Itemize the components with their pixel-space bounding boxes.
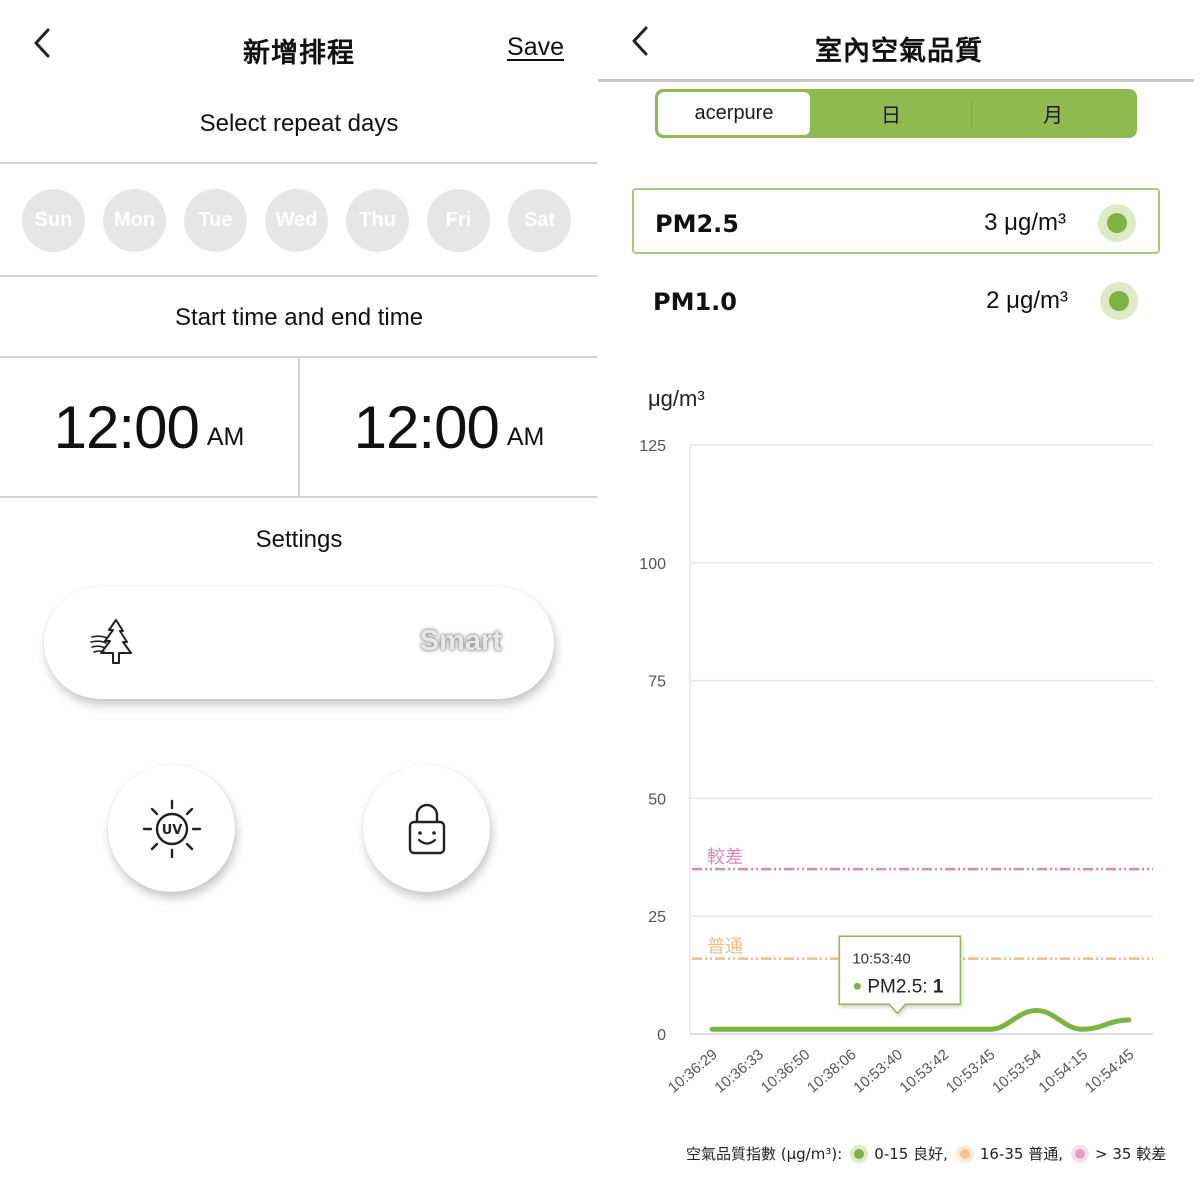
day-sat[interactable]: Sat <box>508 189 571 252</box>
tooltip-box <box>838 935 962 1015</box>
child-lock-icon <box>408 803 445 854</box>
metric-row-pm25[interactable]: PM2.5 3 μg/m³ <box>632 188 1160 254</box>
y-tick-label: 0 <box>657 1027 666 1044</box>
day-thu[interactable]: Thu <box>346 189 409 252</box>
end-time-picker[interactable]: 12:00 AM <box>300 358 598 496</box>
metric-row-pm10[interactable]: PM1.0 2 μg/m³ <box>632 268 1160 334</box>
fan-mode-label: Smart <box>419 625 502 657</box>
repeat-days-label: Select repeat days <box>199 110 399 137</box>
fan-mode-button[interactable]: Smart <box>44 587 554 699</box>
tab-month[interactable]: 月 <box>972 92 1134 135</box>
pm-line-chart: 0 25 50 75 100 125 較差普通 10:36:2910:36:3310:36:5… <box>639 438 1153 1097</box>
x-tick-label: 10:36:50 <box>758 1046 814 1097</box>
legend-dot-good-icon <box>850 1144 869 1163</box>
legend-dot-moderate-icon <box>955 1144 974 1163</box>
divider <box>0 162 597 164</box>
series-line-pm25 <box>709 1007 1132 1032</box>
tab-realtime[interactable]: acerpure <box>658 92 810 135</box>
uv-button[interactable]: UV <box>108 765 235 892</box>
metric-name: PM1.0 <box>653 288 737 316</box>
x-tick-label: 10:53:40 <box>850 1046 906 1097</box>
x-tick-label: 10:53:45 <box>943 1046 999 1097</box>
chart-legend: 空氣品質指數 (μg/m³): 0-15 良好, 16-35 普通, > 35 … <box>686 1143 1166 1164</box>
y-tick-label: 50 <box>648 791 666 808</box>
legend-dot-poor-icon <box>1071 1144 1089 1163</box>
metric-value: 2 μg/m³ <box>986 287 1068 314</box>
threshold-label: 普通 <box>707 937 743 957</box>
threshold-label: 較差 <box>707 847 743 867</box>
day-fri[interactable]: Fri <box>427 189 490 252</box>
child-lock-button[interactable] <box>363 765 490 892</box>
legend-good: 0-15 良好, <box>874 1145 948 1163</box>
x-tick-label: 10:38:06 <box>804 1046 860 1097</box>
air-quality-panel: 室內空氣品質 acerpure 日 月 PM2.5 3 μg/m³ PM1.0 … <box>598 0 1200 1182</box>
tooltip-title: 10:53:40 <box>852 950 910 967</box>
y-axis-unit: μg/m³ <box>648 386 705 411</box>
divider <box>0 275 597 277</box>
x-tick-label: 10:54:45 <box>1082 1046 1138 1097</box>
start-time-period: AM <box>206 422 245 451</box>
legend-poor: > 35 較差 <box>1095 1145 1167 1163</box>
header-divider <box>598 79 1194 82</box>
x-tick-label: 10:53:42 <box>897 1046 953 1097</box>
period-tabs: acerpure 日 月 <box>655 89 1137 138</box>
divider <box>0 496 597 498</box>
tooltip-value: PM2.5: 1 <box>867 976 943 997</box>
y-tick-label: 75 <box>648 674 666 691</box>
tab-day[interactable]: 日 <box>810 92 972 135</box>
svg-text:UV: UV <box>161 823 182 838</box>
y-tick-label: 125 <box>639 438 666 455</box>
metric-value: 3 μg/m³ <box>984 209 1066 236</box>
start-time-picker[interactable]: 12:00 AM <box>0 358 298 496</box>
end-time-value: 12:00 <box>353 393 500 461</box>
y-tick-label: 100 <box>639 556 666 573</box>
end-time-period: AM <box>506 422 545 451</box>
save-button[interactable]: Save <box>507 33 564 62</box>
x-tick-label: 10:53:54 <box>989 1046 1045 1097</box>
tree-wind-icon <box>90 619 132 664</box>
status-dot-icon <box>1100 282 1138 320</box>
schedule-panel: 新增排程 Save Select repeat days Sun Mon Tue… <box>0 0 598 1182</box>
settings-label: Settings <box>255 526 343 553</box>
x-tick-label: 10:54:15 <box>1035 1046 1091 1097</box>
legend-prefix: 空氣品質指數 (μg/m³): <box>686 1145 843 1163</box>
tooltip-series-dot-icon <box>853 982 861 990</box>
day-mon[interactable]: Mon <box>103 189 166 252</box>
legend-moderate: 16-35 普通, <box>979 1145 1063 1163</box>
status-dot-icon <box>1098 204 1136 242</box>
y-tick-label: 25 <box>648 909 666 926</box>
time-range-label: Start time and end time <box>174 304 424 331</box>
day-wed[interactable]: Wed <box>265 189 328 252</box>
chart-tooltip: 10:53:40 PM2.5: 1 <box>838 935 962 1015</box>
x-tick-label: 10:36:33 <box>711 1046 767 1097</box>
start-time-value: 12:00 <box>53 393 200 461</box>
page-title: 室內空氣品質 <box>815 36 983 67</box>
x-tick-label: 10:36:29 <box>665 1046 721 1097</box>
metric-name: PM2.5 <box>655 210 739 238</box>
day-sun[interactable]: Sun <box>22 189 85 252</box>
day-tue[interactable]: Tue <box>184 189 247 252</box>
uv-sun-icon: UV <box>142 799 201 858</box>
day-selector: Sun Mon Tue Wed Thu Fri Sat <box>22 189 571 252</box>
